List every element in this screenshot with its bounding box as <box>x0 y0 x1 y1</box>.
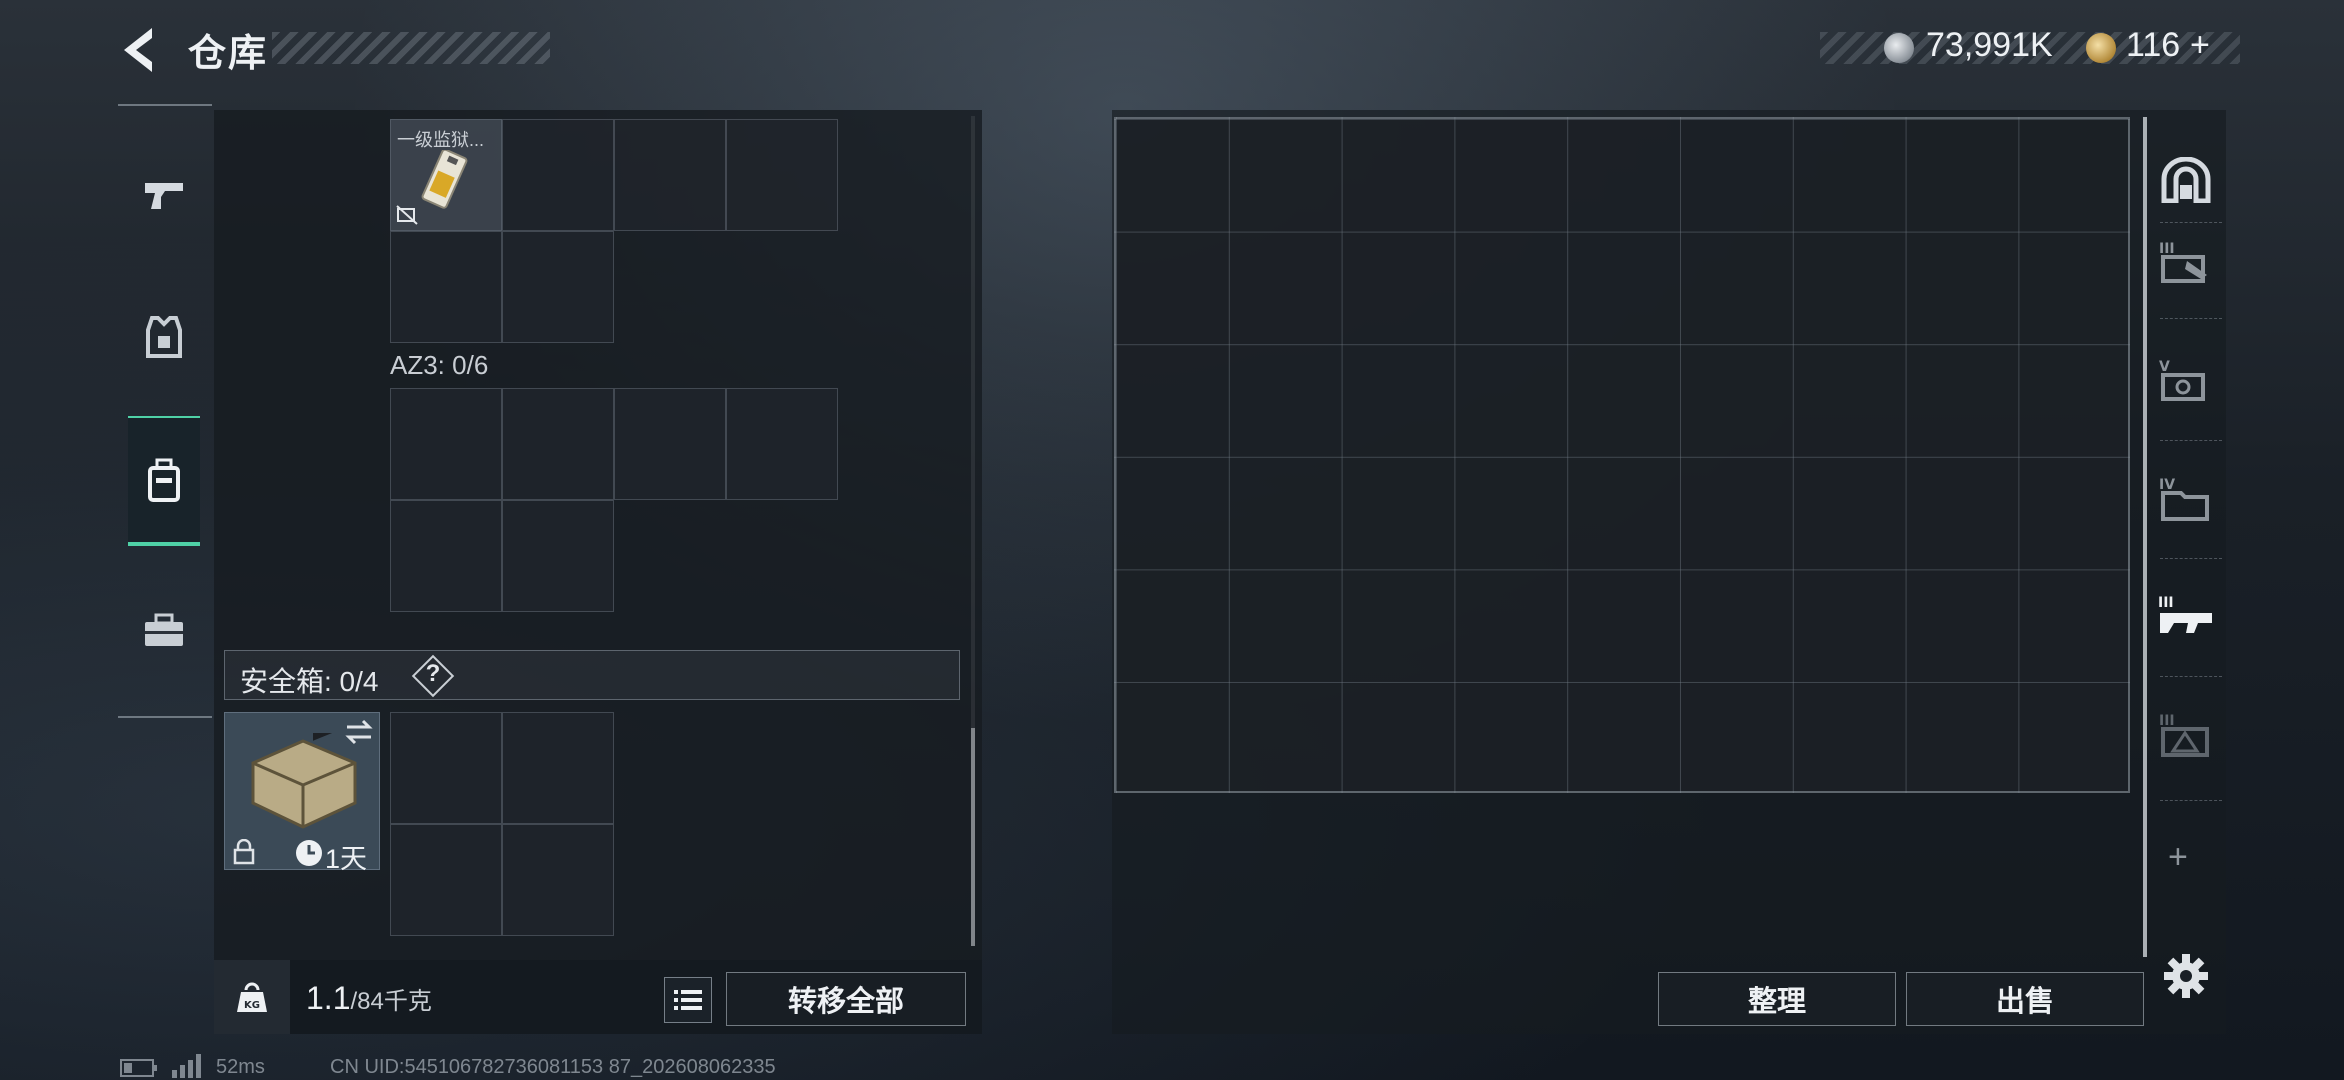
help-button[interactable]: ? <box>418 660 448 688</box>
tier-label: III <box>2159 713 2175 729</box>
gear-icon <box>2164 954 2208 998</box>
stash-tab-iii[interactable]: III <box>2158 234 2214 290</box>
tab-armor[interactable] <box>128 292 200 382</box>
weight-button[interactable]: KG <box>214 960 290 1034</box>
grid-cell[interactable] <box>502 119 614 231</box>
weight-value: 1.1 <box>306 980 351 1016</box>
sell-button[interactable]: 出售 <box>1906 972 2144 1026</box>
grid-cell[interactable] <box>502 388 614 500</box>
weight-display: 1.1/84千克 <box>306 980 432 1017</box>
safe-box-label: 安全箱: 0/4 <box>240 666 379 697</box>
armor-vest-icon <box>146 316 182 358</box>
grid-cell[interactable] <box>390 824 502 936</box>
case-duration: 1天 <box>325 844 368 874</box>
pistol-icon <box>145 183 183 209</box>
stash-grid[interactable] <box>1114 117 2130 793</box>
header-stripe-decoration <box>272 32 550 64</box>
grid-cell[interactable] <box>390 500 502 612</box>
safe-case-icon <box>251 733 357 829</box>
svg-text:KG: KG <box>244 1000 260 1011</box>
grid-cell[interactable] <box>614 388 726 500</box>
uid-readout: CN UID:545106782736081153 87_20260806233… <box>330 1056 776 1078</box>
stash-tab-iii-armor[interactable]: III <box>2158 706 2214 762</box>
rail-divider <box>2160 318 2222 319</box>
grid-cell[interactable] <box>726 388 838 500</box>
stash-tier-iii-armor-icon: III <box>2159 713 2209 757</box>
grid-cell[interactable] <box>614 119 726 231</box>
organize-button[interactable]: 整理 <box>1658 972 1896 1026</box>
grid-cell[interactable] <box>502 824 614 936</box>
no-trade-icon <box>396 205 418 225</box>
stash-tier-v-icon: V <box>2159 359 2205 401</box>
keycard-label: 一级监狱... <box>397 130 485 150</box>
grid-cell[interactable] <box>390 712 502 824</box>
inventory-scrollbar-thumb[interactable] <box>971 728 975 946</box>
page-title: 仓库 <box>188 33 269 75</box>
rail-divider <box>2160 676 2222 677</box>
tier-label: IV <box>2159 477 2175 493</box>
backpack-icon <box>148 458 180 502</box>
grid-cell[interactable] <box>726 119 838 231</box>
tier-label: V <box>2159 359 2170 375</box>
grid-cell[interactable] <box>390 231 502 343</box>
lock-icon <box>233 839 255 865</box>
stash-tab-iii-rifle[interactable]: III <box>2158 588 2214 644</box>
grid-cell[interactable] <box>502 712 614 824</box>
gold-coin-icon <box>2086 33 2116 63</box>
grid-cell[interactable] <box>502 231 614 343</box>
back-button[interactable] <box>116 24 160 76</box>
silver-currency-value: 73,991K <box>1926 26 2053 64</box>
safe-case-item[interactable]: 1天 <box>224 712 380 874</box>
stash-tab-v[interactable]: V <box>2158 352 2214 408</box>
gold-currency-value: 116 <box>2126 26 2181 64</box>
rail-divider <box>2160 440 2222 441</box>
stash-tab-home[interactable] <box>2158 152 2214 208</box>
rail-divider <box>2160 800 2222 801</box>
stash-tab-iv[interactable]: IV <box>2158 470 2214 526</box>
tier-label: III <box>2158 595 2174 611</box>
signal-icon <box>172 1054 201 1078</box>
list-icon <box>674 990 702 1010</box>
chevron-left-icon <box>124 28 152 72</box>
tab-backpack[interactable] <box>128 416 200 546</box>
weight-icon: KG <box>237 982 267 1012</box>
stash-home-icon <box>2161 157 2211 203</box>
battery-icon <box>120 1059 157 1077</box>
clock-icon <box>296 840 322 866</box>
grid-cell[interactable] <box>502 500 614 612</box>
keycard-icon <box>421 150 468 209</box>
tab-case[interactable] <box>128 586 200 676</box>
az3-container-label: AZ3: 0/6 <box>390 350 489 380</box>
swap-icon <box>345 719 373 745</box>
tab-weapon[interactable] <box>128 150 200 240</box>
stash-tier-iii-rifle-icon: III <box>2158 595 2212 633</box>
stash-tier-iv-icon: IV <box>2159 477 2209 521</box>
keycard-item[interactable]: 一级监狱... <box>390 119 502 231</box>
rail-divider <box>2160 222 2222 223</box>
transfer-all-button[interactable]: 转移全部 <box>726 972 966 1026</box>
silver-coin-icon <box>1884 33 1914 63</box>
rail-divider <box>2160 558 2222 559</box>
briefcase-icon <box>145 613 183 646</box>
stash-tier-iii-icon: III <box>2159 241 2207 283</box>
ping-readout: 52ms <box>216 1056 265 1078</box>
add-currency-button[interactable]: + <box>2190 26 2210 65</box>
equipment-tab-bar <box>118 104 212 718</box>
weight-capacity: /84千克 <box>350 988 432 1015</box>
settings-button[interactable] <box>2158 948 2214 1004</box>
stash-rail-scrollbar[interactable] <box>2143 117 2147 957</box>
grid-cell[interactable] <box>390 388 502 500</box>
add-stash-button[interactable]: + <box>2168 838 2188 877</box>
tier-label: III <box>2159 241 2175 257</box>
list-view-button[interactable] <box>664 977 712 1023</box>
